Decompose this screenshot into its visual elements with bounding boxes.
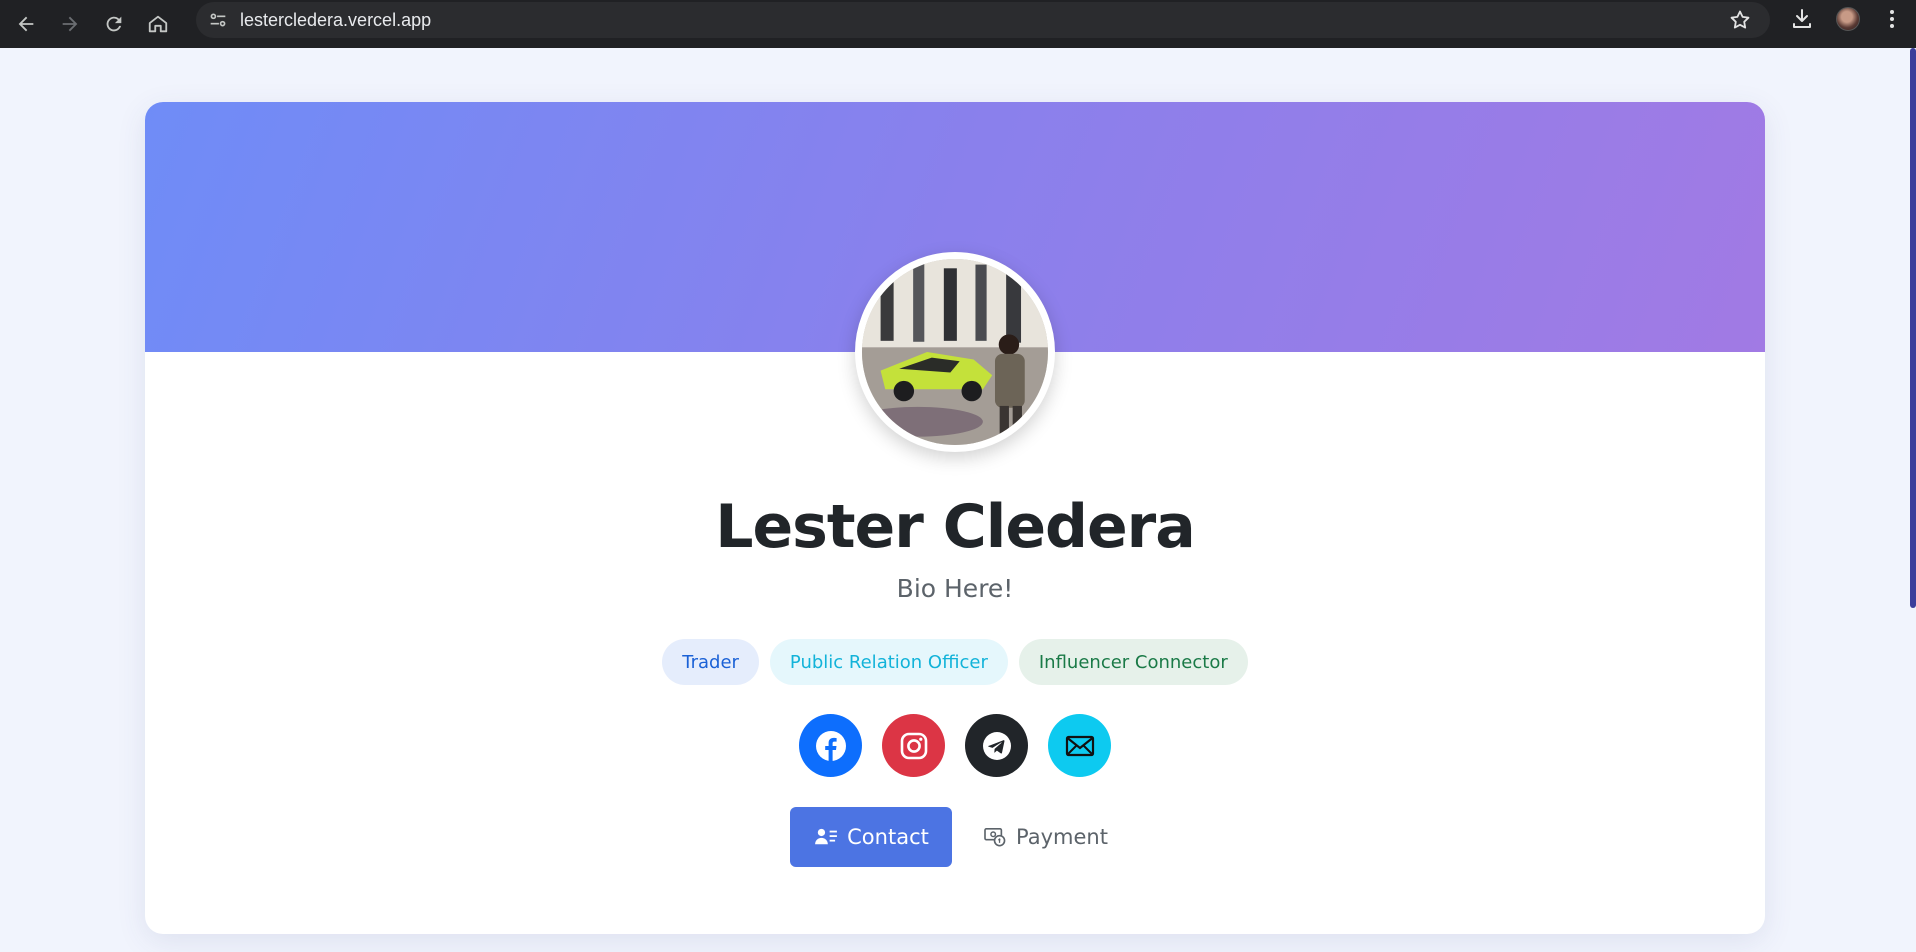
browser-toolbar: lestercledera.vercel.app xyxy=(0,0,1916,48)
profile-bio: Bio Here! xyxy=(896,574,1014,603)
forward-arrow-icon[interactable] xyxy=(52,6,88,42)
role-tags: Trader Public Relation Officer Influence… xyxy=(145,639,1765,685)
download-icon[interactable] xyxy=(1789,6,1815,32)
email-button[interactable] xyxy=(1048,714,1111,777)
site-settings-icon[interactable] xyxy=(200,2,236,38)
profile-avatar[interactable] xyxy=(1835,6,1861,32)
payment-button[interactable]: Payment xyxy=(970,807,1120,867)
page-scrollbar[interactable] xyxy=(1910,48,1916,608)
social-links xyxy=(145,714,1765,777)
contact-card-icon xyxy=(813,826,839,848)
role-tag-trader: Trader xyxy=(662,639,759,685)
contact-button-label: Contact xyxy=(847,825,929,849)
role-tag-influencer-connector: Influencer Connector xyxy=(1018,639,1248,685)
back-arrow-icon[interactable] xyxy=(8,6,44,42)
facebook-icon xyxy=(815,730,846,761)
more-menu-icon[interactable] xyxy=(1879,6,1905,32)
envelope-icon xyxy=(1065,735,1094,756)
contact-button[interactable]: Contact xyxy=(790,807,952,867)
address-bar[interactable]: lestercledera.vercel.app xyxy=(196,2,1770,38)
role-tag-public-relation-officer: Public Relation Officer xyxy=(769,639,1008,685)
url-text[interactable]: lestercledera.vercel.app xyxy=(240,10,431,31)
instagram-button[interactable] xyxy=(882,714,945,777)
profile-name: Lester Cledera xyxy=(715,492,1196,562)
bookmark-star-icon[interactable] xyxy=(1728,8,1752,32)
payment-button-label: Payment xyxy=(1016,825,1108,849)
telegram-button[interactable] xyxy=(965,714,1028,777)
home-icon[interactable] xyxy=(140,6,176,42)
instagram-icon xyxy=(900,732,927,759)
cash-coin-icon xyxy=(982,826,1008,848)
profile-actions: Contact Payment xyxy=(145,807,1765,867)
profile-card: Lester Cledera Bio Here! Trader Public R… xyxy=(145,102,1765,934)
profile-avatar-image xyxy=(855,252,1055,452)
telegram-icon xyxy=(982,731,1011,760)
reload-icon[interactable] xyxy=(96,6,132,42)
facebook-button[interactable] xyxy=(799,714,862,777)
